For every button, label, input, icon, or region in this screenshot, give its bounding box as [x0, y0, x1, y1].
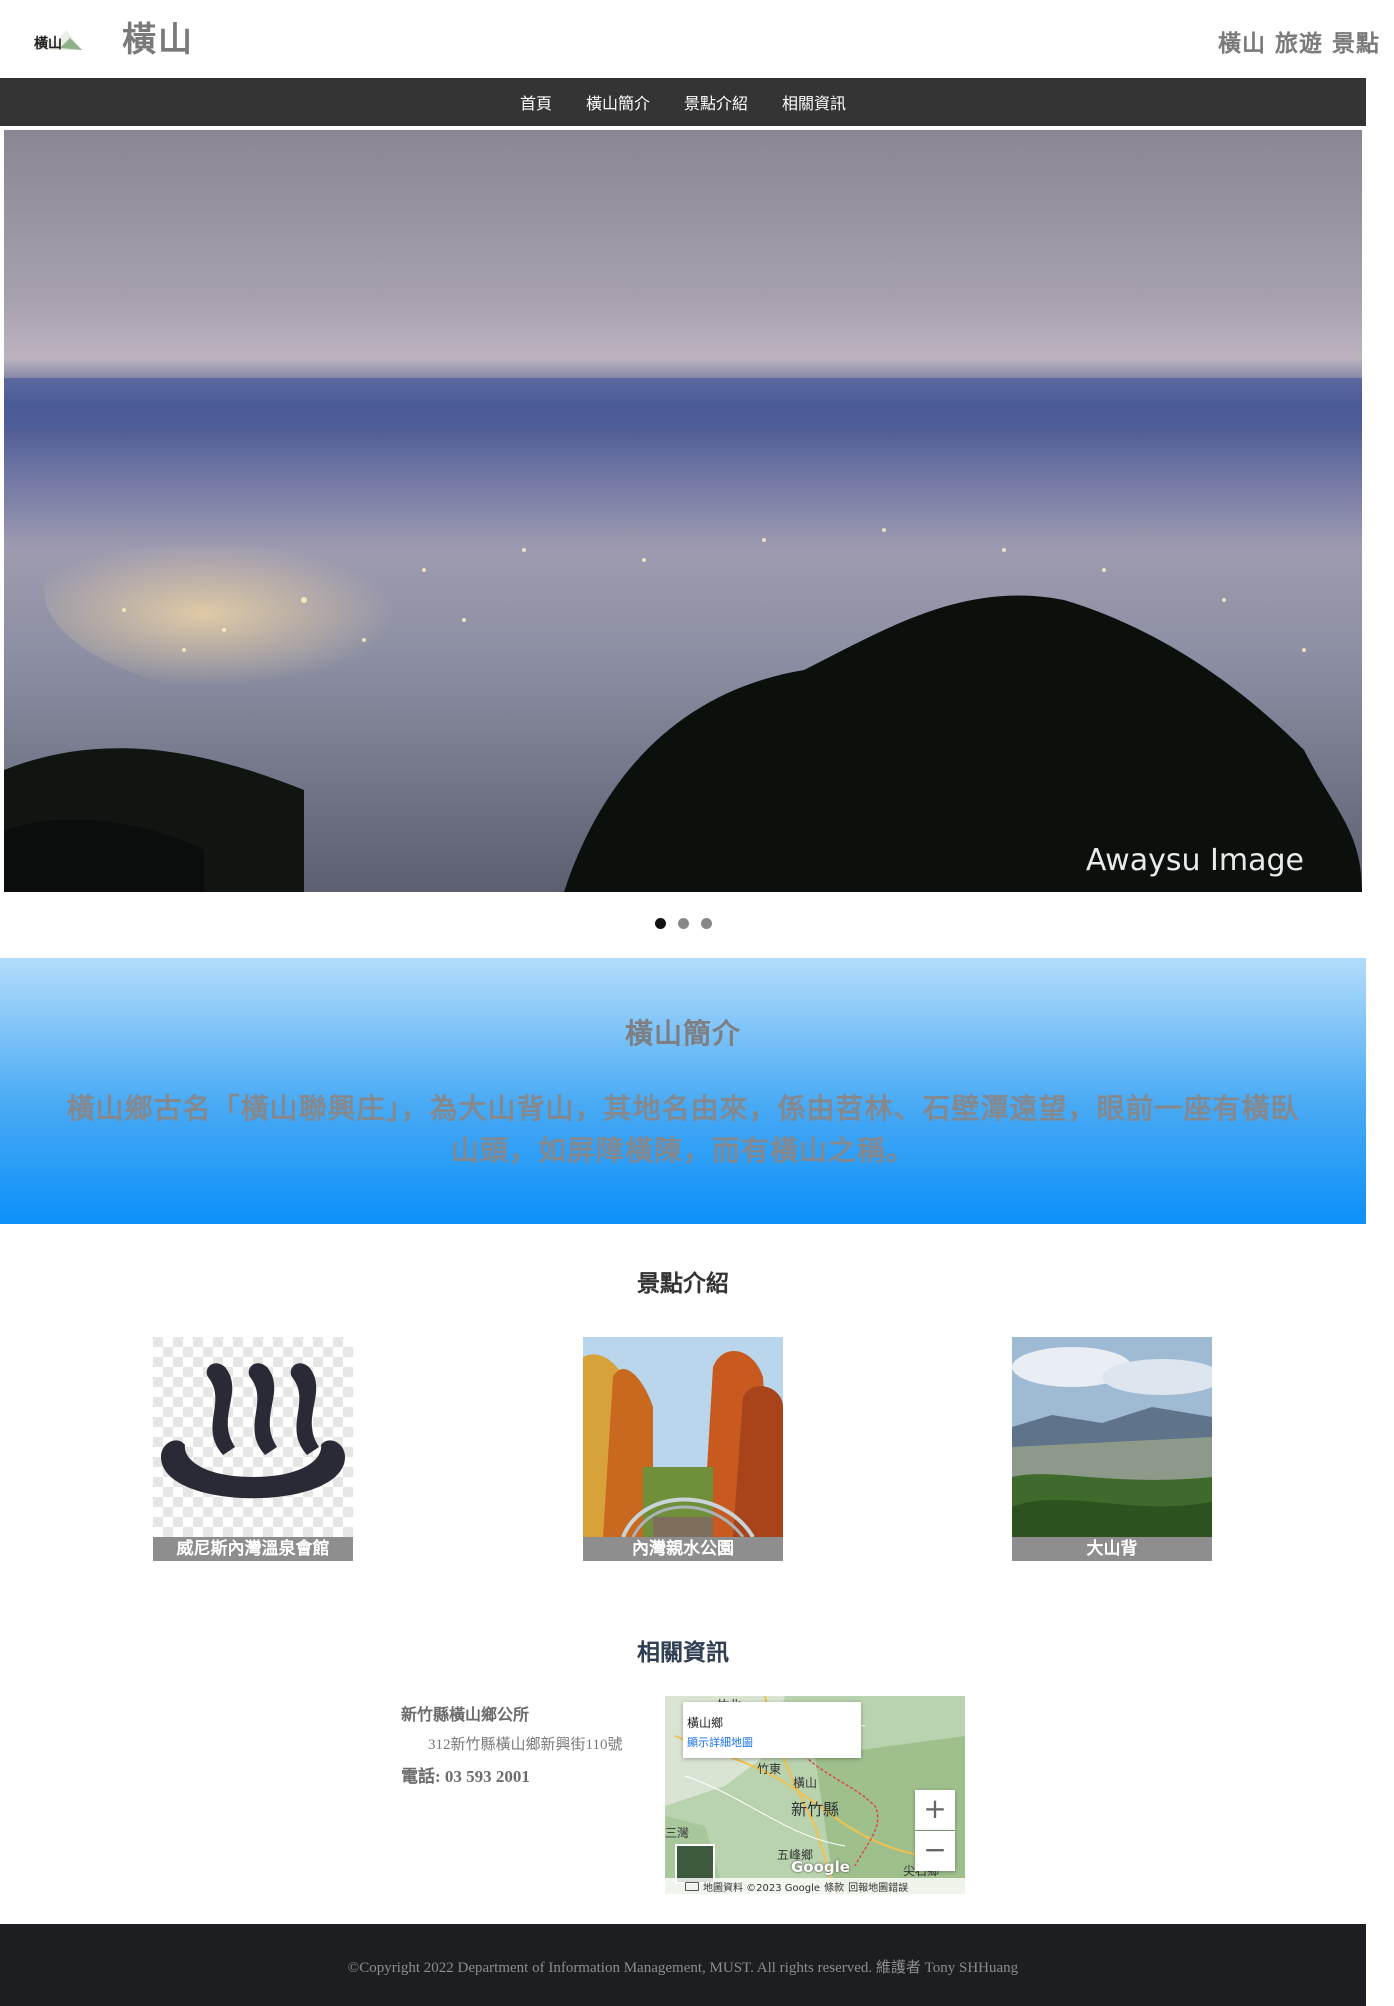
carousel-dot-3[interactable]	[700, 918, 712, 929]
map-label-hengshan: 橫山	[793, 1776, 818, 1790]
site-logo[interactable]: 橫山	[30, 24, 84, 56]
header-tagline: 橫山 旅遊 景點	[1217, 31, 1380, 57]
attractions-title: 景點介紹	[637, 1271, 729, 1297]
copyright-text: ©Copyright 2022 Department of Informatio…	[347, 1960, 1019, 1976]
site-title[interactable]: 橫山	[122, 12, 194, 61]
attraction-card-hot-spring[interactable]: 威尼斯內灣溫泉會館	[153, 1337, 353, 1561]
map-zoom-out-button[interactable]: −	[915, 1831, 955, 1871]
related-info-title: 相關資訊	[637, 1640, 729, 1666]
intro-body: 橫山鄉古名「橫山聯興庄」，為大山背山，其地名由來，係由苕林、石壁潭遠望，眼前一座…	[66, 1092, 1300, 1167]
map-zoom-in-button[interactable]: +	[915, 1790, 955, 1830]
nav-attractions[interactable]: 景點介紹	[684, 90, 748, 114]
map-label-sanwan: 三灣	[665, 1826, 690, 1840]
carousel-dot-1[interactable]	[654, 918, 666, 929]
main-nav: 首頁 橫山簡介 景點介紹 相關資訊	[0, 78, 1366, 126]
embedded-map[interactable]: 竹北 竹東 橫山 新竹縣 五峰鄉 尖石鄉 三灣 橫山鄉 顯示詳細地圖 + − G…	[665, 1696, 965, 1894]
map-detail-link[interactable]: 顯示詳細地圖	[687, 1734, 861, 1750]
intro-section: 橫山簡介 橫山鄉古名「橫山聯興庄」，為大山背山，其地名由來，係由苕林、石壁潭遠望…	[0, 958, 1366, 1224]
site-header: 橫山 橫山 橫山 旅遊 景點	[0, 0, 1394, 78]
svg-text:橫山: 橫山	[34, 35, 62, 52]
map-report-link[interactable]: 回報地圖錯誤	[848, 1879, 908, 1894]
carousel-indicators	[0, 918, 1366, 929]
keyboard-icon[interactable]	[685, 1881, 699, 1891]
map-data-credit: 地圖資料 ©2023 Google	[703, 1882, 821, 1894]
office-phone: 電話: 03 593 2001	[401, 1767, 530, 1786]
attraction-card-dashanbei[interactable]: 大山背	[1012, 1337, 1212, 1561]
hero-night-view-image: Awaysu Image	[4, 130, 1362, 892]
hot-spring-icon	[153, 1337, 353, 1537]
attraction-label: 內灣親水公園	[583, 1537, 783, 1561]
mountain-photo	[1012, 1337, 1212, 1537]
nav-home[interactable]: 首頁	[520, 90, 552, 114]
map-label-zhudong: 竹東	[757, 1762, 782, 1776]
google-logo: Google	[791, 1858, 850, 1876]
map-terms-link[interactable]: 條款	[824, 1879, 844, 1894]
office-address: 312新竹縣橫山鄉新興街110號	[428, 1737, 623, 1753]
park-photo	[583, 1337, 783, 1537]
map-info-card: 橫山鄉 顯示詳細地圖	[683, 1702, 861, 1758]
map-label-hsinchu-county: 新竹縣	[791, 1800, 840, 1819]
carousel-dot-2[interactable]	[677, 918, 689, 929]
office-name: 新竹縣橫山鄉公所	[401, 1705, 530, 1724]
hero-carousel[interactable]: Awaysu Image	[0, 126, 1366, 898]
attraction-label: 威尼斯內灣溫泉會館	[153, 1537, 353, 1561]
nav-related-info[interactable]: 相關資訊	[782, 90, 846, 114]
site-footer: ©Copyright 2022 Department of Informatio…	[0, 1924, 1366, 2006]
intro-title: 橫山簡介	[624, 1017, 741, 1050]
nav-intro[interactable]: 橫山簡介	[586, 90, 650, 114]
map-place-title: 橫山鄉	[687, 1716, 724, 1730]
map-attribution: 地圖資料 ©2023 Google 條款 回報地圖錯誤	[665, 1878, 965, 1894]
attraction-label: 大山背	[1012, 1537, 1212, 1561]
hero-credit: Awaysu Image	[1086, 843, 1304, 878]
attraction-card-neiwan-park[interactable]: 內灣親水公園	[583, 1337, 783, 1561]
